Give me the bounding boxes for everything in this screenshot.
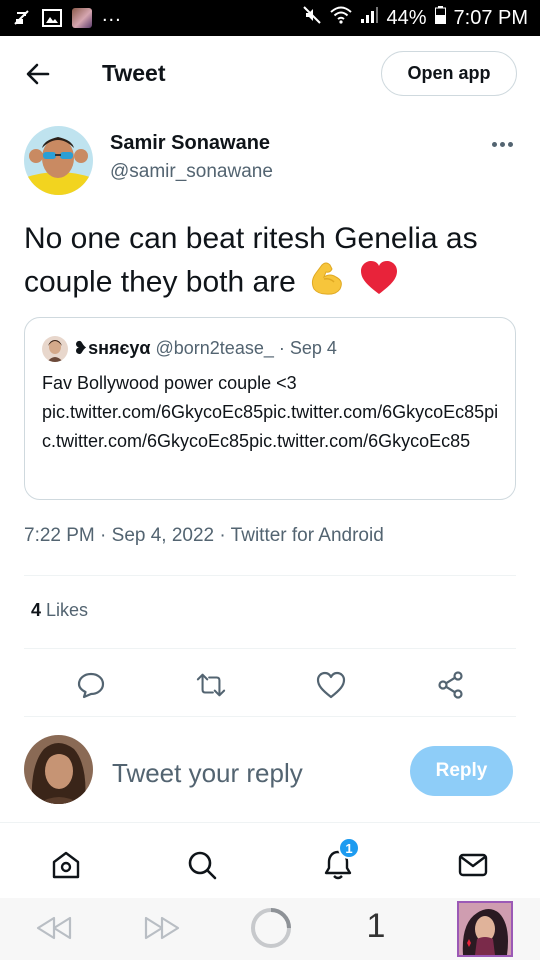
reply-icon xyxy=(77,672,105,699)
tweet-body: No one can beat ritesh Genelia as couple… xyxy=(24,222,478,299)
quoted-text-links: pic.twitter.com/6GkycoEc85pic.twitter.co… xyxy=(42,402,499,451)
share-action-button[interactable] xyxy=(436,670,466,700)
quoted-text-line: Fav Bollywood power couple <3 xyxy=(42,373,297,393)
divider xyxy=(24,575,516,576)
red-heart-icon xyxy=(359,260,399,307)
divider xyxy=(24,648,516,649)
rewind-icon xyxy=(36,916,72,940)
quoted-author-name: ❥ѕняєуα xyxy=(73,338,151,358)
status-bar-notifications: ... xyxy=(12,4,122,28)
signal-icon xyxy=(360,6,379,30)
quoted-separator: · xyxy=(278,338,285,358)
share-icon xyxy=(438,671,463,699)
wifi-icon xyxy=(330,6,353,30)
status-bar-system: 44% 7:07 PM xyxy=(302,5,528,31)
retweet-action-button[interactable] xyxy=(196,670,226,700)
author-name[interactable]: Samir Sonawane xyxy=(110,132,270,155)
page-title: Tweet xyxy=(102,60,166,86)
messages-icon xyxy=(458,853,488,877)
nav-messages[interactable] xyxy=(455,847,491,883)
browser-forward-button[interactable] xyxy=(142,910,182,946)
reply-action-button[interactable] xyxy=(76,670,106,700)
home-icon xyxy=(52,851,80,879)
reply-input[interactable] xyxy=(112,755,392,791)
search-icon xyxy=(188,851,217,880)
quoted-text: Fav Bollywood power couple <3 pic.twitte… xyxy=(42,369,504,456)
likes-count[interactable]: 4 Likes xyxy=(31,600,88,621)
heart-outline-icon xyxy=(316,671,346,699)
open-app-button[interactable]: Open app xyxy=(381,51,517,96)
more-dot xyxy=(491,141,497,147)
quoted-header: ❥ѕняєуα @born2tease_ · Sep 4 xyxy=(73,338,337,359)
top-app-bar: Tweet Open app xyxy=(0,36,540,112)
flexed-biceps-icon xyxy=(308,259,346,308)
tweet-timestamp: 7:22 PM · Sep 4, 2022 · Twitter for Andr… xyxy=(24,525,384,546)
likes-label: Likes xyxy=(46,600,89,620)
more-dot xyxy=(499,141,505,147)
loading-circle-icon xyxy=(251,908,291,948)
back-arrow-icon xyxy=(26,63,50,85)
user-avatar xyxy=(24,735,93,804)
browser-home-button[interactable] xyxy=(250,907,292,949)
divider xyxy=(24,716,516,717)
phonelink-off-icon xyxy=(12,8,32,28)
notification-badge: 1 xyxy=(338,837,360,859)
like-action-button[interactable] xyxy=(316,670,346,700)
author-handle[interactable]: @samir_sonawane xyxy=(110,161,273,183)
more-options-button[interactable] xyxy=(488,134,516,154)
quoted-date: Sep 4 xyxy=(289,338,337,358)
more-notifications: ... xyxy=(102,3,122,26)
fast-forward-icon xyxy=(144,916,180,940)
more-dot xyxy=(507,141,513,147)
browser-toolbar: 1 xyxy=(0,898,540,960)
nav-search[interactable] xyxy=(184,847,220,883)
mute-icon xyxy=(302,5,322,31)
back-button[interactable] xyxy=(22,58,54,90)
nav-home[interactable] xyxy=(48,847,84,883)
author-avatar[interactable] xyxy=(24,126,93,195)
profile-thumbnail[interactable] xyxy=(457,901,513,957)
tab-count-button[interactable]: 1 xyxy=(358,907,394,945)
status-bar: ... 44% 7:07 PM xyxy=(0,0,540,36)
quoted-author-handle: @born2tease_ xyxy=(155,338,274,358)
bottom-navigation: 1 xyxy=(0,822,540,898)
thumbnail-icon xyxy=(72,8,92,28)
quoted-tweet[interactable]: ❥ѕняєуα @born2tease_ · Sep 4 Fav Bollywo… xyxy=(24,317,516,500)
image-icon xyxy=(42,8,62,28)
clock: 7:07 PM xyxy=(453,6,528,29)
battery-icon xyxy=(434,6,446,30)
likes-number: 4 xyxy=(31,600,42,620)
quoted-author-avatar xyxy=(42,336,68,362)
reply-button[interactable]: Reply xyxy=(410,746,513,796)
retweet-icon xyxy=(196,673,226,697)
battery-text: 44% xyxy=(386,6,427,29)
tweet-text: No one can beat ritesh Genelia as couple… xyxy=(24,218,514,308)
browser-back-button[interactable] xyxy=(34,910,74,946)
